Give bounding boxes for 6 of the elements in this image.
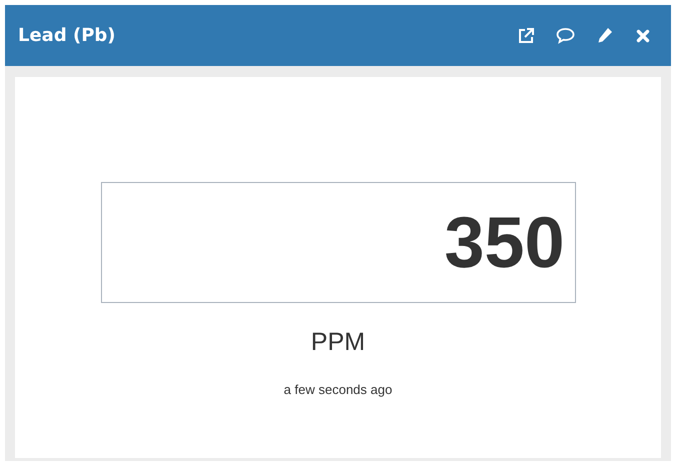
unit-label: PPM — [310, 327, 366, 358]
widget-title: Lead (Pb) — [18, 24, 116, 48]
reading-value: 350 — [444, 206, 564, 278]
comment-button[interactable] — [555, 26, 575, 46]
external-link-button[interactable] — [516, 26, 536, 46]
updated-time: a few seconds ago — [284, 380, 392, 399]
